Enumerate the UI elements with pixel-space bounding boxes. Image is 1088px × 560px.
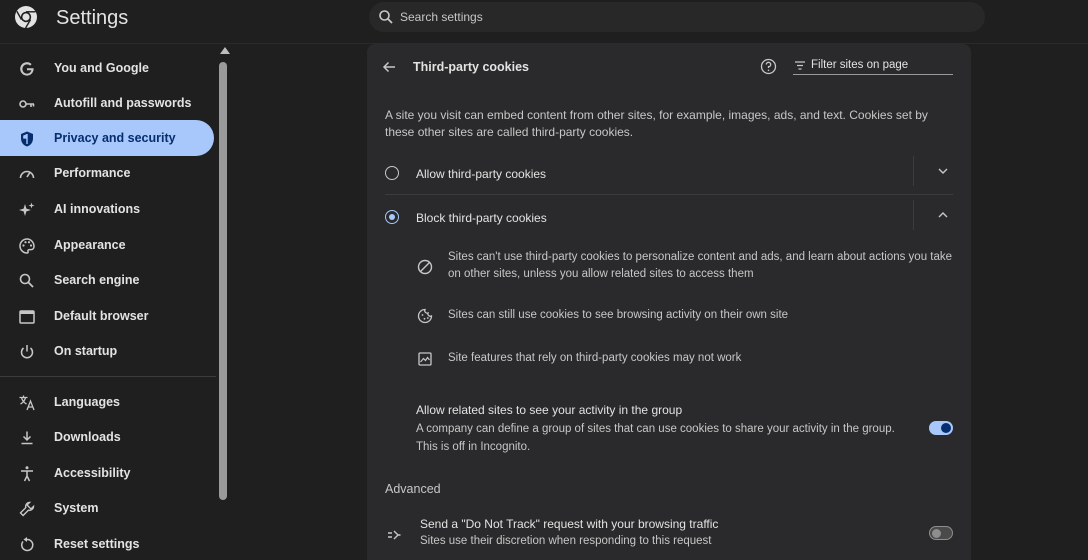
- filter-icon: [795, 61, 805, 70]
- filter-sites-input[interactable]: [811, 58, 951, 72]
- do-not-track-toggle[interactable]: [929, 526, 953, 540]
- filter-sites-field[interactable]: [793, 56, 953, 75]
- browser-window-icon: [19, 310, 35, 324]
- sidebar-item-you-and-google[interactable]: You and Google: [0, 50, 214, 86]
- search-icon: [19, 273, 34, 288]
- allow-cookies-radio[interactable]: [385, 166, 399, 180]
- related-sites-toggle[interactable]: [929, 421, 953, 435]
- sidebar-item-label: Default browser: [54, 309, 149, 323]
- block-cookies-radio[interactable]: [385, 210, 399, 224]
- sidebar-item-search-engine[interactable]: Search engine: [0, 262, 214, 298]
- sidebar-item-accessibility[interactable]: Accessibility: [0, 455, 214, 491]
- sidebar-item-label: Languages: [54, 395, 120, 409]
- cookies-description: A site you visit can embed content from …: [385, 108, 928, 139]
- block-icon: [417, 259, 433, 275]
- sidebar-item-label: Appearance: [54, 238, 126, 252]
- sidebar-item-downloads[interactable]: Downloads: [0, 419, 214, 455]
- cookies-settings-card: Third-party cookies A site you visit can…: [367, 44, 971, 560]
- chevron-down-icon[interactable]: [937, 165, 949, 177]
- sidebar-item-default-browser[interactable]: Default browser: [0, 298, 214, 334]
- translate-icon: [19, 395, 35, 411]
- sparkle-icon: [19, 202, 35, 216]
- option-separator: [913, 156, 914, 186]
- cookie-icon: [417, 308, 433, 324]
- allow-cookies-label: Allow third-party cookies: [416, 167, 547, 181]
- shield-icon: [21, 131, 33, 147]
- block-cookies-label: Block third-party cookies: [416, 211, 547, 225]
- back-arrow-icon[interactable]: [381, 59, 397, 75]
- allow-cookies-option[interactable]: Allow third-party cookies: [385, 156, 953, 192]
- wrench-icon: [19, 501, 35, 517]
- palette-icon: [19, 238, 35, 254]
- related-sites-description: A company can define a group of sites th…: [416, 423, 895, 453]
- sidebar-item-performance[interactable]: Performance: [0, 155, 214, 191]
- reset-icon: [21, 537, 34, 552]
- sidebar-item-label: Privacy and security: [54, 131, 176, 145]
- do-not-track-description: Sites use their discretion when respondi…: [420, 535, 712, 547]
- power-icon: [20, 345, 34, 359]
- sidebar-item-privacy[interactable]: Privacy and security: [0, 120, 214, 156]
- scrollbar-thumb[interactable]: [219, 62, 227, 500]
- option-divider: [385, 194, 953, 195]
- chrome-logo-icon: [15, 6, 37, 29]
- block-cookies-option[interactable]: Block third-party cookies: [385, 200, 953, 236]
- chevron-up-icon[interactable]: [937, 209, 949, 221]
- sidebar-item-appearance[interactable]: Appearance: [0, 227, 214, 263]
- block-detail-text: Sites can't use third-party cookies to p…: [448, 251, 953, 280]
- do-not-track-icon: [388, 530, 401, 540]
- page-title: Third-party cookies: [413, 60, 529, 74]
- sidebar-item-label: System: [54, 501, 99, 515]
- sidebar-item-label: Performance: [54, 166, 131, 180]
- search-box[interactable]: [369, 2, 985, 32]
- help-icon[interactable]: [760, 58, 777, 75]
- advanced-heading: Advanced: [385, 482, 441, 496]
- search-input[interactable]: [400, 9, 960, 25]
- sidebar-scrollbar[interactable]: [216, 44, 233, 560]
- accessibility-icon: [21, 466, 33, 482]
- google-icon: [20, 62, 34, 76]
- sidebar-divider: [0, 376, 216, 377]
- sidebar-item-reset-settings[interactable]: Reset settings: [0, 526, 214, 560]
- app-title: Settings: [56, 7, 129, 29]
- search-icon: [379, 10, 393, 24]
- download-icon: [21, 431, 33, 445]
- sidebar-item-label: Reset settings: [54, 537, 140, 551]
- speedometer-icon: [19, 170, 35, 179]
- option-separator: [913, 200, 914, 230]
- scroll-up-arrow-icon[interactable]: [220, 47, 230, 54]
- top-bar: Settings: [0, 0, 1088, 44]
- block-detail-text: Site features that rely on third-party c…: [448, 352, 742, 364]
- key-icon: [19, 100, 35, 108]
- sidebar-item-languages[interactable]: Languages: [0, 384, 214, 420]
- sidebar-item-label: Downloads: [54, 430, 121, 444]
- sidebar-item-ai-innovations[interactable]: AI innovations: [0, 191, 214, 227]
- sidebar-item-label: Accessibility: [54, 466, 131, 480]
- card-header: Third-party cookies: [367, 44, 971, 90]
- sidebar: You and Google Autofill and passwords Pr…: [0, 44, 216, 560]
- sidebar-item-label: AI innovations: [54, 202, 141, 216]
- do-not-track-title: Send a "Do Not Track" request with your …: [420, 517, 719, 531]
- sidebar-item-label: Search engine: [54, 273, 140, 287]
- sidebar-item-label: You and Google: [54, 61, 149, 75]
- sidebar-item-label: Autofill and passwords: [54, 96, 192, 110]
- toggle-knob: [932, 528, 941, 538]
- sidebar-item-autofill[interactable]: Autofill and passwords: [0, 85, 214, 121]
- broken-image-icon: [418, 352, 432, 366]
- sidebar-item-on-startup[interactable]: On startup: [0, 333, 214, 369]
- toggle-knob: [941, 423, 951, 433]
- sidebar-item-label: On startup: [54, 344, 118, 358]
- related-sites-title: Allow related sites to see your activity…: [416, 403, 683, 417]
- block-detail-text: Sites can still use cookies to see brows…: [448, 309, 789, 321]
- sidebar-item-system[interactable]: System: [0, 490, 214, 526]
